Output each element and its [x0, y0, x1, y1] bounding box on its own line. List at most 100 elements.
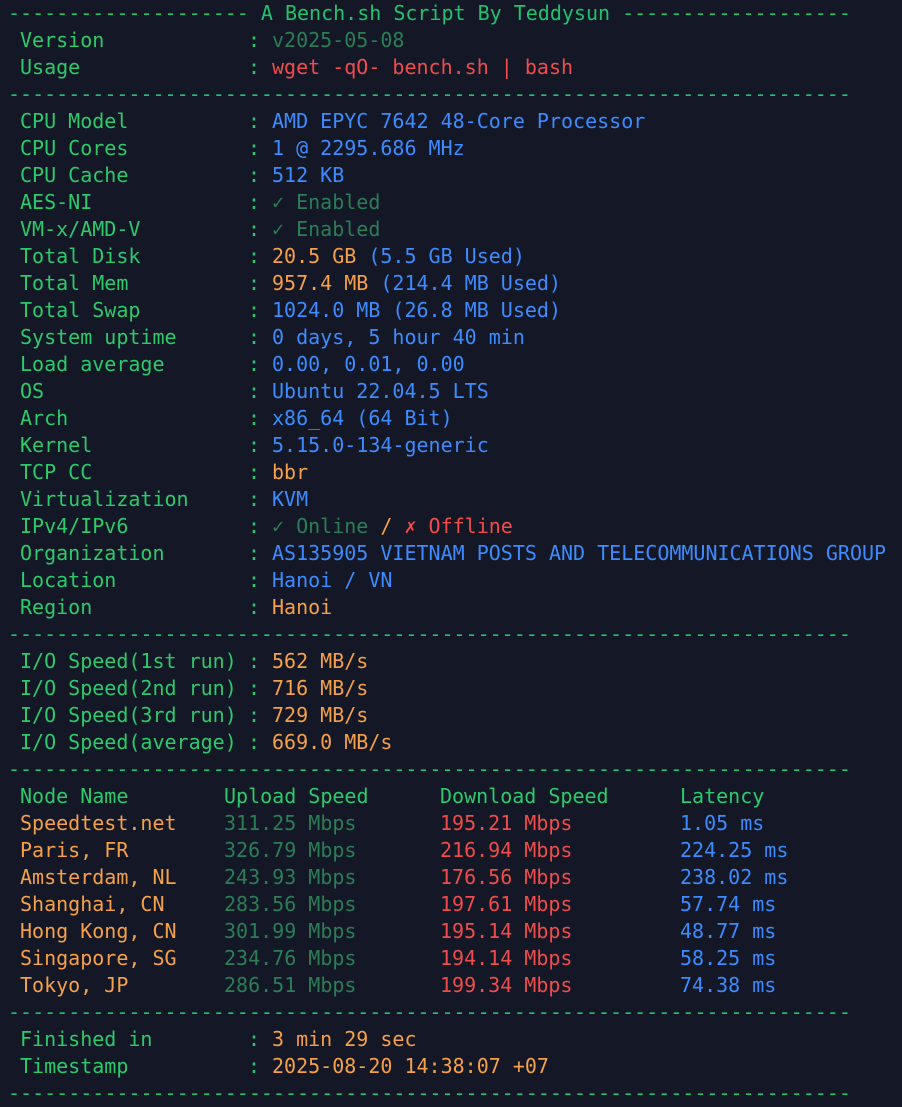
io-speed-value: 562 MB/s — [272, 649, 369, 673]
divider: ----------------------------------------… — [8, 1081, 851, 1105]
colon: : — [248, 163, 261, 187]
divider: ----------------------------------------… — [8, 82, 851, 106]
finished-value: 3 min 29 sec — [272, 1027, 417, 1051]
system-info-label: IPv4/IPv6 — [20, 514, 129, 538]
system-info-value-text: 0.00, 0.01, 0.00 — [272, 352, 465, 376]
divider: ----------------------------------------… — [8, 757, 851, 781]
colon: : — [248, 379, 261, 403]
colon: : — [248, 514, 261, 538]
colon: : — [248, 352, 261, 376]
io-speed-label: I/O Speed(2nd run) — [20, 676, 237, 700]
colon: : — [248, 244, 261, 268]
system-info-value: 1 @ 2295.686 MHz — [272, 135, 465, 162]
system-info-value-text: AMD EPYC 7642 48-Core Processor — [272, 109, 646, 133]
system-info-value-text: 1 @ 2295.686 MHz — [272, 136, 465, 160]
system-info-label: Region — [20, 595, 93, 619]
usage-label: Usage — [20, 55, 81, 79]
system-info-value: Hanoi / VN — [272, 567, 392, 594]
system-info-value-text: ✓ Online — [272, 514, 369, 538]
system-info-label: Total Disk — [20, 244, 141, 268]
colon: : — [248, 1027, 261, 1051]
colon: : — [248, 109, 261, 133]
colon: : — [248, 433, 261, 457]
upload-speed-cell: 243.93 Mbps — [224, 865, 357, 889]
header-node-name: Node Name — [20, 784, 129, 808]
node-name-cell: Tokyo, JP — [20, 973, 129, 997]
system-info-label: VM-x/AMD-V — [20, 217, 141, 241]
io-speed-value: 716 MB/s — [272, 676, 369, 700]
system-info-value: Ubuntu 22.04.5 LTS — [272, 378, 489, 405]
colon: : — [248, 568, 261, 592]
latency-cell: 1.05 ms — [680, 811, 765, 835]
system-info-value-text: AS135905 VIETNAM POSTS AND TELECOMMUNICA… — [272, 541, 887, 565]
system-info-value-text: Ubuntu 22.04.5 LTS — [272, 379, 489, 403]
system-info-value: ✓ Enabled — [272, 216, 380, 243]
system-info-value-text: 0 days, 5 hour 40 min — [272, 325, 525, 349]
system-info-label: CPU Cache — [20, 163, 129, 187]
node-name-cell: Amsterdam, NL — [20, 865, 177, 889]
system-info-value-text: Hanoi / VN — [272, 568, 393, 592]
timestamp-label: Timestamp — [20, 1054, 129, 1078]
colon: : — [248, 217, 261, 241]
version-label: Version — [20, 28, 105, 52]
system-info-label: CPU Cores — [20, 136, 129, 160]
node-name-cell: Speedtest.net — [20, 811, 177, 835]
finished-label: Finished in — [20, 1027, 153, 1051]
system-info-value: 0 days, 5 hour 40 min — [272, 324, 525, 351]
system-info-value: 1024.0 MB (26.8 MB Used) — [272, 297, 561, 324]
download-speed-cell: 176.56 Mbps — [440, 865, 573, 889]
version-value: v2025-05-08 — [272, 28, 405, 52]
upload-speed-cell: 326.79 Mbps — [224, 838, 357, 862]
colon: : — [248, 298, 261, 322]
system-info-value: ✓ Online / ✗ Offline — [272, 513, 513, 540]
colon: : — [248, 730, 261, 754]
system-info-value-text: ✓ Enabled — [272, 217, 381, 241]
system-info-value: KVM — [272, 486, 308, 513]
colon: : — [248, 325, 261, 349]
colon: : — [248, 406, 261, 430]
system-info-label: System uptime — [20, 325, 177, 349]
colon: : — [248, 487, 261, 511]
system-info-label: Organization — [20, 541, 165, 565]
system-info-label: Total Swap — [20, 298, 141, 322]
system-info-label: Arch — [20, 406, 69, 430]
system-info-value-text: Hanoi — [272, 595, 333, 619]
system-info-label: Virtualization — [20, 487, 189, 511]
download-speed-cell: 216.94 Mbps — [440, 838, 573, 862]
system-info-value: 957.4 MB (214.4 MB Used) — [272, 270, 561, 297]
latency-cell: 238.02 ms — [680, 865, 789, 889]
colon: : — [248, 649, 261, 673]
header-latency: Latency — [680, 784, 765, 808]
system-info-value-extra: (214.4 MB Used) — [368, 271, 561, 295]
node-name-cell: Singapore, SG — [20, 946, 177, 970]
header-upload-speed: Upload Speed — [224, 784, 369, 808]
system-info-label: CPU Model — [20, 109, 129, 133]
download-speed-cell: 194.14 Mbps — [440, 946, 573, 970]
colon: : — [248, 676, 261, 700]
usage-command[interactable]: wget -qO- bench.sh | bash — [272, 54, 573, 81]
upload-speed-cell: 311.25 Mbps — [224, 811, 357, 835]
colon: : — [248, 271, 261, 295]
colon: : — [248, 595, 261, 619]
system-info-value-extra: (5.5 GB Used) — [356, 244, 525, 268]
system-info-value-text: ✓ Enabled — [272, 190, 381, 214]
latency-cell: 48.77 ms — [680, 919, 777, 943]
upload-speed-cell: 286.51 Mbps — [224, 973, 357, 997]
system-info-label: TCP CC — [20, 460, 93, 484]
header-download-speed: Download Speed — [440, 784, 609, 808]
colon: : — [248, 190, 261, 214]
download-speed-cell: 195.14 Mbps — [440, 919, 573, 943]
node-name-cell: Paris, FR — [20, 838, 129, 862]
colon: : — [248, 541, 261, 565]
system-info-value: AMD EPYC 7642 48-Core Processor — [272, 108, 645, 135]
divider: ----------------------------------------… — [8, 1000, 851, 1024]
latency-cell: 224.25 ms — [680, 838, 789, 862]
latency-cell: 58.25 ms — [680, 946, 777, 970]
colon: : — [248, 460, 261, 484]
divider: ----------------------------------------… — [8, 622, 851, 646]
system-info-label: Location — [20, 568, 117, 592]
system-info-label: Kernel — [20, 433, 93, 457]
io-speed-value: 729 MB/s — [272, 703, 369, 727]
download-speed-cell: 197.61 Mbps — [440, 892, 573, 916]
system-info-value: ✓ Enabled — [272, 189, 380, 216]
